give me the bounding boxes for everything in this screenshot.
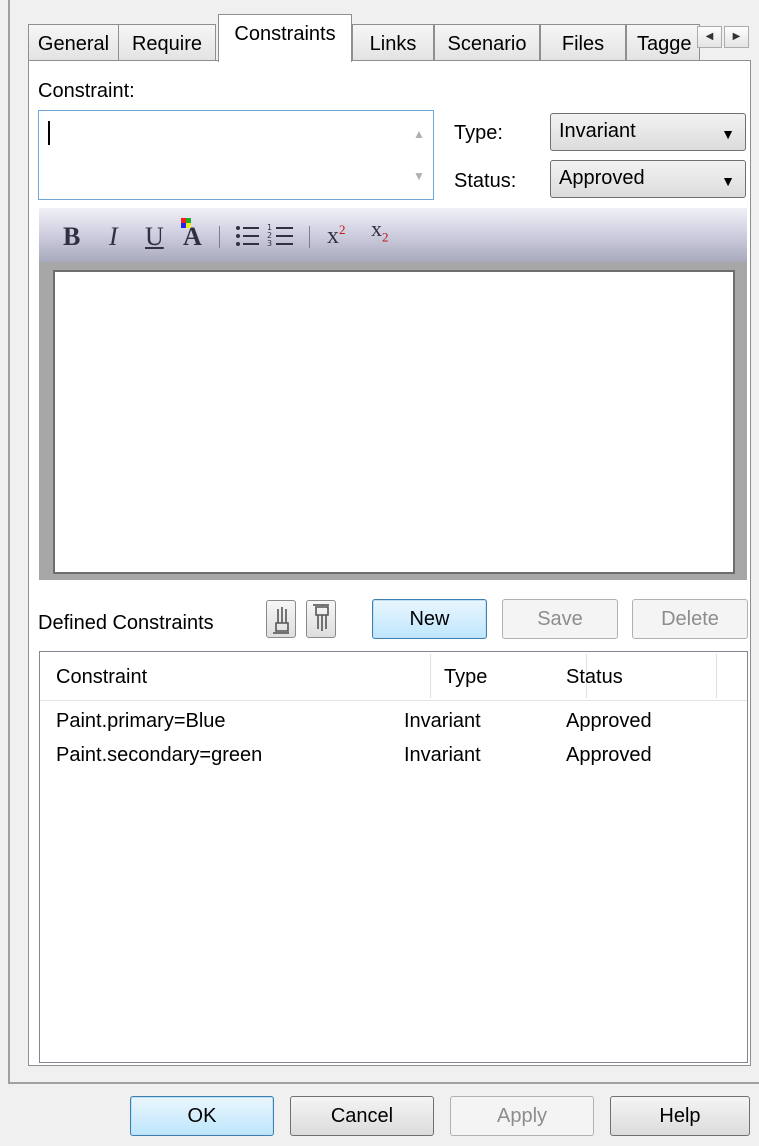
- status-select-value: Approved: [559, 167, 645, 189]
- subscript-base: x: [371, 216, 382, 241]
- notes-editor: B I U A 1 2 3 x2 x2: [39, 208, 747, 580]
- column-divider[interactable]: [430, 654, 431, 698]
- apply-button[interactable]: Apply: [450, 1096, 594, 1136]
- type-label: Type:: [454, 122, 503, 144]
- type-select[interactable]: Invariant ▼: [550, 113, 746, 151]
- underline-button[interactable]: U: [145, 222, 164, 252]
- tab-scroll-right-button[interactable]: ▶: [724, 26, 749, 48]
- italic-button[interactable]: I: [109, 222, 118, 252]
- editor-toolbar: B I U A 1 2 3 x2 x2: [39, 208, 747, 262]
- constraints-list[interactable]: Constraint Type Status Paint.primary=Blu…: [39, 651, 748, 1063]
- bold-button[interactable]: B: [63, 222, 80, 252]
- font-color-button[interactable]: A: [181, 218, 202, 252]
- superscript-button[interactable]: x2: [327, 222, 346, 250]
- move-up-button[interactable]: [266, 600, 296, 638]
- cancel-button[interactable]: Cancel: [290, 1096, 434, 1136]
- chevron-left-icon: ◀: [705, 31, 714, 42]
- status-cell: Approved: [566, 744, 652, 766]
- type-select-value: Invariant: [559, 120, 636, 142]
- column-header-constraint[interactable]: Constraint: [56, 666, 147, 689]
- hand-up-icon: [273, 607, 289, 634]
- bullet-list-icon[interactable]: [235, 224, 261, 248]
- scroll-down-icon[interactable]: ▼: [413, 169, 425, 183]
- dropdown-arrow-icon: ▼: [721, 173, 735, 189]
- numbered-list-icon[interactable]: 1 2 3: [267, 222, 295, 248]
- constraint-input[interactable]: ▲ ▼: [38, 110, 434, 200]
- list-item[interactable]: Paint.primary=Blue Invariant Approved: [40, 708, 747, 742]
- color-swatch-icon: [181, 218, 191, 228]
- chevron-right-icon: ▶: [732, 31, 741, 42]
- tab-scroll-left-button[interactable]: ◀: [697, 26, 722, 48]
- subscript-button[interactable]: x2: [371, 216, 389, 245]
- notes-text-area[interactable]: [53, 270, 735, 574]
- tab-constraints[interactable]: Constraints: [218, 14, 352, 62]
- list-header: Constraint Type Status: [40, 652, 747, 701]
- scroll-up-icon[interactable]: ▲: [413, 127, 425, 141]
- superscript-base: x: [327, 223, 339, 249]
- tab-general[interactable]: General: [28, 24, 119, 60]
- help-button[interactable]: Help: [610, 1096, 750, 1136]
- new-button[interactable]: New: [372, 599, 487, 639]
- delete-button[interactable]: Delete: [632, 599, 748, 639]
- tab-strip: General Require Constraints Links Scenar…: [28, 14, 759, 62]
- save-button[interactable]: Save: [502, 599, 618, 639]
- constraint-scrollbar[interactable]: ▲ ▼: [407, 111, 433, 199]
- dropdown-arrow-icon: ▼: [721, 126, 735, 142]
- column-header-status[interactable]: Status: [566, 666, 623, 689]
- superscript-mark: 2: [339, 222, 346, 237]
- column-header-type[interactable]: Type: [444, 666, 487, 689]
- status-select[interactable]: Approved ▼: [550, 160, 746, 198]
- ok-button[interactable]: OK: [130, 1096, 274, 1136]
- text-caret: [48, 121, 50, 145]
- tab-files[interactable]: Files: [540, 24, 626, 60]
- tab-tagged-values[interactable]: Tagge: [626, 24, 700, 60]
- type-cell: Invariant: [404, 744, 481, 766]
- toolbar-separator: [219, 226, 220, 248]
- constraint-cell: Paint.secondary=green: [56, 744, 263, 766]
- window-border-bottom: [8, 1082, 759, 1084]
- subscript-mark: 2: [382, 229, 389, 245]
- toolbar-separator: [309, 226, 310, 248]
- properties-dialog: General Require Constraints Links Scenar…: [0, 0, 759, 1146]
- list-item[interactable]: Paint.secondary=green Invariant Approved: [40, 742, 747, 776]
- constraint-label: Constraint:: [38, 80, 135, 102]
- window-border-left: [8, 0, 10, 1084]
- defined-constraints-label: Defined Constraints: [38, 612, 214, 634]
- svg-text:3: 3: [267, 239, 272, 248]
- tab-links[interactable]: Links: [352, 24, 434, 60]
- column-divider[interactable]: [716, 654, 717, 698]
- tab-require[interactable]: Require: [118, 24, 216, 60]
- tab-scroll-arrows: ◀ ▶: [697, 26, 751, 48]
- hand-down-icon: [313, 604, 329, 631]
- constraint-cell: Paint.primary=Blue: [56, 710, 226, 732]
- type-cell: Invariant: [404, 710, 481, 732]
- move-down-button[interactable]: [306, 600, 336, 638]
- tab-scenario[interactable]: Scenario: [434, 24, 540, 60]
- status-label: Status:: [454, 170, 517, 192]
- status-cell: Approved: [566, 710, 652, 732]
